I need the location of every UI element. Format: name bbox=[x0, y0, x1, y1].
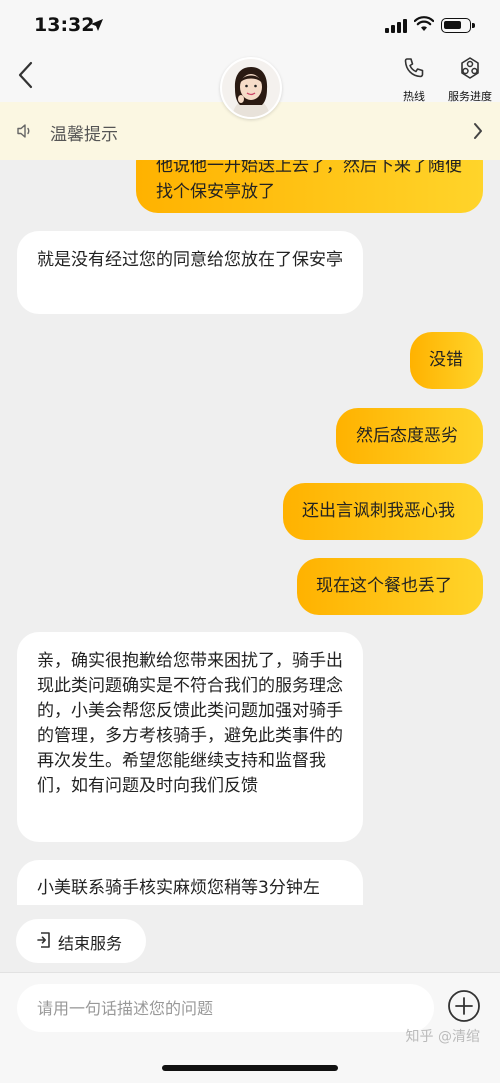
message-text: 没错 bbox=[429, 350, 463, 370]
message-bubble-agent: 亲，确实很抱歉给您带来困扰了，骑手出现此类问题确实是不符合我们的服务理念的，小美… bbox=[17, 632, 363, 842]
message-text: 现在这个餐也丢了 bbox=[316, 576, 452, 596]
status-bar: 13:32 bbox=[0, 0, 500, 50]
location-arrow-icon bbox=[91, 19, 103, 31]
message-bubble-agent: 小美联系骑手核实麻烦您稍等3分钟左 bbox=[17, 860, 363, 905]
message-text: 他说他一开始送上去了，然后下来了随便找个保安亭放了 bbox=[156, 160, 462, 202]
message-text: 然后态度恶劣 bbox=[356, 426, 458, 446]
cellular-signal-icon bbox=[385, 19, 407, 33]
home-indicator[interactable] bbox=[162, 1065, 338, 1071]
add-attachment-icon[interactable] bbox=[447, 989, 481, 1023]
message-bubble-user: 还出言讽刺我恶心我 bbox=[283, 483, 483, 540]
message-bubble-user: 他说他一开始送上去了，然后下来了随便找个保安亭放了 bbox=[136, 160, 483, 213]
service-progress-button[interactable]: 服务进度 bbox=[440, 56, 500, 104]
back-chevron-icon[interactable] bbox=[14, 60, 38, 90]
progress-icon bbox=[461, 57, 479, 79]
message-bubble-user: 没错 bbox=[410, 332, 483, 389]
message-list[interactable]: 他说他一开始送上去了，然后下来了随便找个保安亭放了 就是没有经过您的同意给您放在… bbox=[0, 160, 500, 905]
message-text: 亲，确实很抱歉给您带来困扰了，骑手出现此类问题确实是不符合我们的服务理念的，小美… bbox=[37, 651, 343, 796]
speaker-icon bbox=[17, 124, 30, 138]
message-bubble-user: 现在这个餐也丢了 bbox=[297, 558, 483, 615]
notice-text: 温馨提示 bbox=[50, 125, 118, 145]
status-time: 13:32 bbox=[34, 14, 95, 36]
battery-icon bbox=[441, 18, 475, 33]
end-service-button[interactable]: 结束服务 bbox=[16, 919, 146, 963]
chevron-right-icon bbox=[474, 123, 482, 139]
message-bubble-agent: 就是没有经过您的同意给您放在了保安亭 bbox=[17, 231, 363, 314]
message-bubble-user: 然后态度恶劣 bbox=[336, 408, 483, 464]
message-text: 小美联系骑手核实麻烦您稍等3分钟左 bbox=[37, 878, 320, 898]
end-service-label: 结束服务 bbox=[58, 934, 123, 953]
agent-avatar[interactable] bbox=[220, 57, 282, 119]
message-text: 就是没有经过您的同意给您放在了保安亭 bbox=[37, 250, 343, 270]
message-input[interactable] bbox=[17, 984, 434, 1032]
message-text: 还出言讽刺我恶心我 bbox=[302, 501, 455, 521]
hotline-button[interactable]: 热线 bbox=[384, 56, 444, 104]
watermark: 知乎 @清绾 bbox=[405, 1029, 480, 1045]
wifi-icon bbox=[414, 16, 434, 31]
phone-icon bbox=[404, 58, 424, 78]
exit-icon bbox=[37, 932, 50, 948]
agent-portrait-icon bbox=[222, 59, 280, 117]
